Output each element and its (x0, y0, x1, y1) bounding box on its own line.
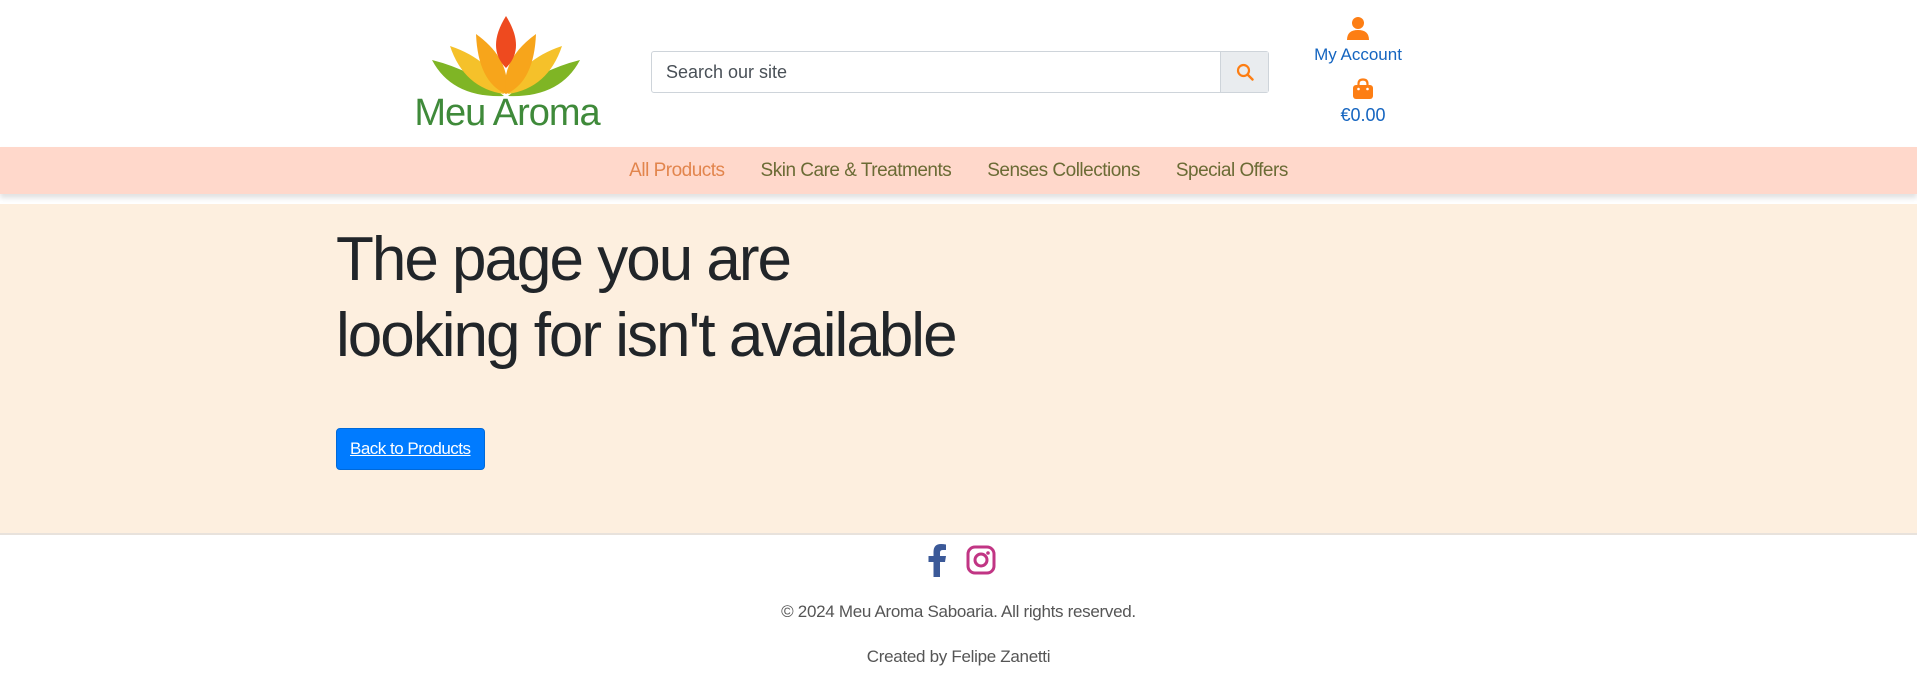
user-icon (1347, 17, 1369, 40)
facebook-icon (928, 544, 946, 577)
cart-total: €0.00 (1340, 105, 1386, 125)
shopping-bag-icon (1353, 78, 1373, 99)
cart-link[interactable]: €0.00 (1320, 78, 1406, 126)
search-button[interactable] (1220, 52, 1268, 92)
nav-item-senses-collections[interactable]: Senses Collections (987, 160, 1140, 182)
credits-text: Created by Felipe Zanetti (866, 647, 1051, 666)
nav-item-all-products[interactable]: All Products (629, 160, 725, 182)
main-navigation: All Products Skin Care & Treatments Sens… (0, 147, 1917, 194)
nav-item-skin-care-treatments[interactable]: Skin Care & Treatments (761, 160, 952, 182)
social-links (0, 543, 1917, 577)
my-account-label: My Account (1314, 45, 1402, 64)
error-content: The page you are looking for isn't avail… (0, 204, 1917, 535)
site-logo[interactable]: Meu Aroma (412, 12, 602, 134)
instagram-icon (966, 545, 995, 575)
site-footer: © 2024 Meu Aroma Saboaria. All rights re… (0, 535, 1917, 700)
logo-text: Meu Aroma (414, 92, 600, 134)
search-box (651, 51, 1269, 93)
lotus-logo-icon (432, 16, 580, 97)
facebook-link[interactable] (922, 543, 952, 577)
search-input[interactable] (652, 52, 1219, 92)
page-title: The page you are looking for isn't avail… (336, 225, 958, 370)
my-account-link[interactable]: My Account (1310, 16, 1406, 65)
nav-item-special-offers[interactable]: Special Offers (1176, 160, 1288, 182)
site-header: Meu Aroma My Account €0.00 (0, 0, 1917, 147)
search-icon (1236, 63, 1254, 81)
instagram-link[interactable] (966, 543, 996, 577)
back-to-products-button[interactable]: Back to Products (336, 428, 485, 470)
copyright-text: © 2024 Meu Aroma Saboaria. All rights re… (781, 602, 1136, 621)
